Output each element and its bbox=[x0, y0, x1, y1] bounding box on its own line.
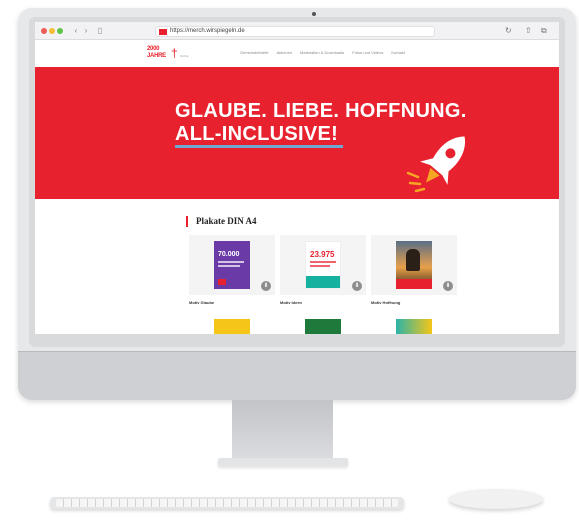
rocket-icon bbox=[406, 136, 466, 193]
browser-toolbar: ‹ › ▯ https://merch.wirspiegeln.de ↻ ⇧ ⧉ bbox=[35, 22, 559, 40]
browser-screen: ‹ › ▯ https://merch.wirspiegeln.de ↻ ⇧ ⧉… bbox=[35, 22, 559, 334]
back-icon[interactable]: ‹ bbox=[71, 26, 81, 36]
keyboard-keys bbox=[56, 499, 398, 507]
cross-logo-icon: † bbox=[171, 46, 178, 60]
reload-icon[interactable]: ↻ bbox=[505, 26, 512, 35]
poster-thumbnail: 70.000 bbox=[214, 241, 250, 289]
forward-icon[interactable]: › bbox=[81, 26, 91, 36]
download-icon[interactable]: ⬇ bbox=[443, 281, 453, 291]
hero-headline-line1: GLAUBE. LIEBE. HOFFNUNG. bbox=[175, 100, 467, 122]
download-icon[interactable]: ⬇ bbox=[352, 281, 362, 291]
section-marker bbox=[186, 216, 188, 227]
logo-line1: 2000 bbox=[147, 46, 160, 52]
hero-headline-line2: ALL-INCLUSIVE! bbox=[175, 123, 339, 145]
poster-thumbnail[interactable] bbox=[396, 319, 432, 334]
poster-label: Motiv Glaube bbox=[189, 300, 215, 305]
address-bar[interactable]: https://merch.wirspiegeln.de bbox=[155, 26, 435, 37]
site-header: 2000 JAHRE † Kirche Gemeindebriefe Aktio… bbox=[35, 41, 559, 67]
hero-banner: GLAUBE. LIEBE. HOFFNUNG. ALL-INCLUSIVE! bbox=[35, 67, 559, 199]
poster-headline: 70.000 bbox=[218, 251, 240, 258]
nav-item-kontakt[interactable]: Kontakt bbox=[391, 50, 405, 55]
main-nav: Gemeindebriefe Aktionen Materialien & Do… bbox=[240, 50, 405, 55]
keyboard bbox=[50, 497, 404, 509]
poster-thumbnail[interactable] bbox=[214, 319, 250, 334]
poster-headline: 23.975 bbox=[310, 250, 335, 259]
poster-thumbnail[interactable] bbox=[305, 319, 341, 334]
fullscreen-window-button[interactable] bbox=[57, 28, 63, 34]
poster-thumbnail bbox=[396, 241, 432, 289]
favicon-icon bbox=[159, 29, 167, 35]
nav-item-gemeindebriefe[interactable]: Gemeindebriefe bbox=[240, 50, 268, 55]
logo-line2: JAHRE bbox=[147, 53, 166, 59]
hero-underline bbox=[175, 145, 343, 148]
camera-dot bbox=[312, 12, 316, 16]
imac-mockup: ‹ › ▯ https://merch.wirspiegeln.de ↻ ⇧ ⧉… bbox=[0, 0, 579, 523]
download-icon[interactable]: ⬇ bbox=[261, 281, 271, 291]
poster-label: Motiv Ideen bbox=[280, 300, 303, 305]
nav-item-materialien[interactable]: Materialien & Downloads bbox=[300, 50, 344, 55]
imac-monitor: ‹ › ▯ https://merch.wirspiegeln.de ↻ ⇧ ⧉… bbox=[18, 8, 576, 400]
close-window-button[interactable] bbox=[41, 28, 47, 34]
poster-card[interactable]: ⬇ bbox=[371, 235, 457, 295]
nav-item-aktionen[interactable]: Aktionen bbox=[276, 50, 292, 55]
minimize-window-button[interactable] bbox=[49, 28, 55, 34]
site-logo[interactable]: 2000 JAHRE bbox=[147, 46, 167, 61]
nav-item-fotos[interactable]: Fotos und Videos bbox=[352, 50, 383, 55]
section-title: Plakate DIN A4 bbox=[196, 216, 257, 226]
url-text: https://merch.wirspiegeln.de bbox=[170, 28, 245, 34]
monitor-chin bbox=[18, 352, 576, 400]
poster-card[interactable]: 23.975 ⬇ bbox=[280, 235, 366, 295]
mouse bbox=[449, 489, 543, 509]
monitor-foot bbox=[218, 458, 348, 466]
poster-label: Motiv Hoffnung bbox=[371, 300, 401, 305]
monitor-stand bbox=[232, 400, 333, 462]
sidebar-icon[interactable]: ▯ bbox=[95, 26, 105, 36]
poster-thumbnail: 23.975 bbox=[305, 241, 341, 289]
share-icon[interactable]: ⇧ bbox=[525, 26, 532, 35]
poster-card[interactable]: 70.000 ⬇ bbox=[189, 235, 275, 295]
logo-subtext: Kirche bbox=[180, 54, 189, 58]
tabs-icon[interactable]: ⧉ bbox=[541, 26, 547, 36]
